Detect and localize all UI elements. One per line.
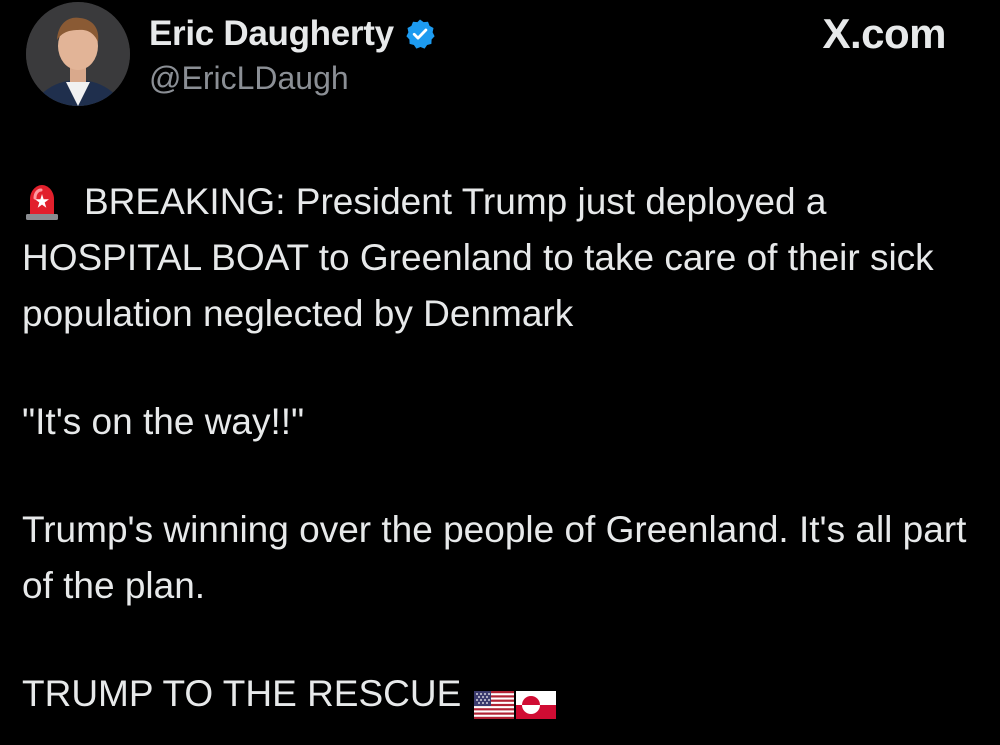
source-label: X.com (822, 10, 946, 57)
police-siren-icon (22, 181, 62, 221)
tweet-body: BREAKING: President Trump just deployed … (22, 174, 982, 722)
breaking-text: BREAKING: President Trump just deployed … (22, 181, 934, 334)
author-name-row: Eric Daugherty (149, 12, 436, 56)
tweet-paragraph-quote: "It's on the way!!" (22, 401, 305, 442)
rescue-text: TRUMP TO THE RESCUE (22, 673, 462, 714)
tweet-paragraph-plan: Trump's winning over the people of Green… (22, 509, 967, 606)
author-display-name[interactable]: Eric Daugherty (149, 14, 394, 54)
us-flag-icon (473, 679, 514, 720)
greenland-flag-icon (515, 679, 556, 720)
profile-photo-icon (26, 2, 130, 106)
author-avatar[interactable] (26, 2, 130, 106)
tweet-paragraph-rescue: TRUMP TO THE RESCUE (22, 666, 982, 722)
verified-badge-icon (404, 18, 436, 50)
tweet-paragraph-breaking: BREAKING: President Trump just deployed … (22, 174, 982, 342)
author-handle[interactable]: @EricLDaugh (149, 60, 349, 97)
